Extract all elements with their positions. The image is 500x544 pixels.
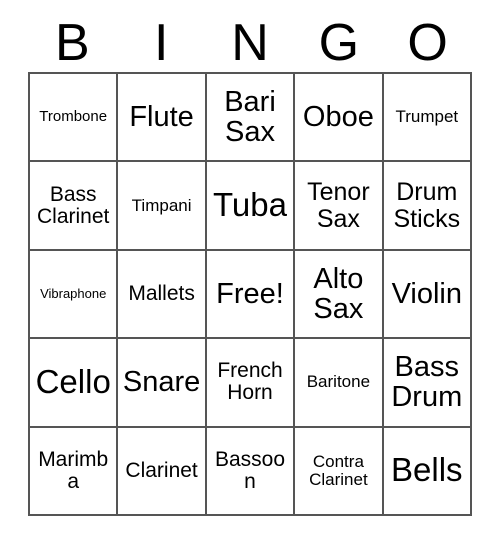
bingo-cell-label: Tuba bbox=[212, 186, 287, 224]
bingo-cell-label: Mallets bbox=[128, 281, 195, 305]
bingo-cell-label: French Horn bbox=[217, 359, 283, 405]
bingo-cell-label: Violin bbox=[391, 277, 462, 310]
bingo-cell-label: Trumpet bbox=[395, 107, 459, 127]
bingo-card: B I N G O Trombone Flute Bari Sax Oboe T… bbox=[0, 0, 500, 544]
bingo-cell-label: Bass Clarinet bbox=[37, 182, 110, 228]
bingo-cell-r1c5[interactable]: Trumpet bbox=[383, 74, 472, 163]
bingo-cell-r2c1[interactable]: Bass Clarinet bbox=[30, 162, 119, 251]
bingo-cell-r4c2[interactable]: Snare bbox=[118, 339, 207, 428]
bingo-cell-r1c2[interactable]: Flute bbox=[118, 74, 207, 163]
bingo-cell-label: Clarinet bbox=[125, 458, 198, 482]
bingo-cell-r4c5[interactable]: Bass Drum bbox=[383, 339, 472, 428]
bingo-cell-r4c3[interactable]: French Horn bbox=[206, 339, 296, 428]
bingo-free-space-label: Free! bbox=[216, 277, 284, 310]
bingo-cell-label: Bells bbox=[391, 451, 463, 489]
bingo-cell-label: Vibraphone bbox=[40, 286, 107, 302]
bingo-cell-label: Snare bbox=[122, 366, 201, 399]
bingo-cell-r5c3[interactable]: Bassoon bbox=[206, 427, 296, 516]
bingo-cell-r2c4[interactable]: Tenor Sax bbox=[295, 162, 384, 251]
bingo-cell-label: Contra Clarinet bbox=[309, 451, 368, 489]
bingo-cell-label: Oboe bbox=[302, 100, 374, 133]
bingo-cell-label: Trombone bbox=[39, 108, 108, 126]
bingo-cell-label: Cello bbox=[35, 363, 111, 401]
bingo-cell-r1c1[interactable]: Trombone bbox=[30, 74, 119, 163]
bingo-cell-r3c5[interactable]: Violin bbox=[383, 250, 472, 340]
bingo-grid: Trombone Flute Bari Sax Oboe Trumpet Bas… bbox=[28, 72, 472, 516]
bingo-cell-label: Tenor Sax bbox=[307, 178, 370, 233]
bingo-cell-r5c1[interactable]: Marimba bbox=[30, 427, 119, 516]
bingo-cell-label: Timpani bbox=[131, 195, 192, 215]
bingo-cell-r5c5[interactable]: Bells bbox=[383, 427, 472, 516]
bingo-cell-r5c4[interactable]: Contra Clarinet bbox=[295, 427, 384, 516]
bingo-cell-r2c5[interactable]: Drum Sticks bbox=[383, 162, 472, 251]
bingo-header-letter-g: G bbox=[318, 14, 360, 72]
bingo-cell-r2c3[interactable]: Tuba bbox=[206, 162, 296, 251]
bingo-cell-r4c4[interactable]: Baritone bbox=[295, 339, 384, 428]
bingo-cell-r3c1[interactable]: Vibraphone bbox=[30, 250, 119, 340]
bingo-cell-r2c2[interactable]: Timpani bbox=[118, 162, 207, 251]
bingo-header-letter-n: N bbox=[231, 14, 269, 72]
bingo-cell-r5c2[interactable]: Clarinet bbox=[118, 427, 207, 516]
bingo-cell-label: Baritone bbox=[306, 372, 371, 392]
bingo-header-row: B I N G O bbox=[28, 14, 472, 72]
bingo-cell-label: Alto Sax bbox=[313, 262, 364, 325]
bingo-cell-label: Bassoon bbox=[214, 447, 286, 493]
bingo-cell-r3c2[interactable]: Mallets bbox=[118, 250, 207, 340]
bingo-header-letter-i: I bbox=[153, 14, 169, 72]
bingo-cell-label: Drum Sticks bbox=[393, 178, 461, 233]
bingo-cell-label: Marimba bbox=[38, 447, 109, 493]
bingo-cell-r3c4[interactable]: Alto Sax bbox=[295, 250, 384, 340]
bingo-cell-label: Bari Sax bbox=[224, 85, 276, 149]
bingo-header-letter-b: B bbox=[55, 14, 90, 72]
bingo-header-letter-o: O bbox=[407, 14, 448, 72]
bingo-cell-r4c1[interactable]: Cello bbox=[30, 339, 119, 428]
bingo-cell-free-space[interactable]: Free! bbox=[206, 250, 296, 340]
bingo-cell-label: Bass Drum bbox=[391, 350, 463, 414]
bingo-cell-r1c3[interactable]: Bari Sax bbox=[206, 74, 296, 163]
bingo-cell-label: Flute bbox=[129, 100, 194, 133]
bingo-cell-r1c4[interactable]: Oboe bbox=[295, 74, 384, 163]
